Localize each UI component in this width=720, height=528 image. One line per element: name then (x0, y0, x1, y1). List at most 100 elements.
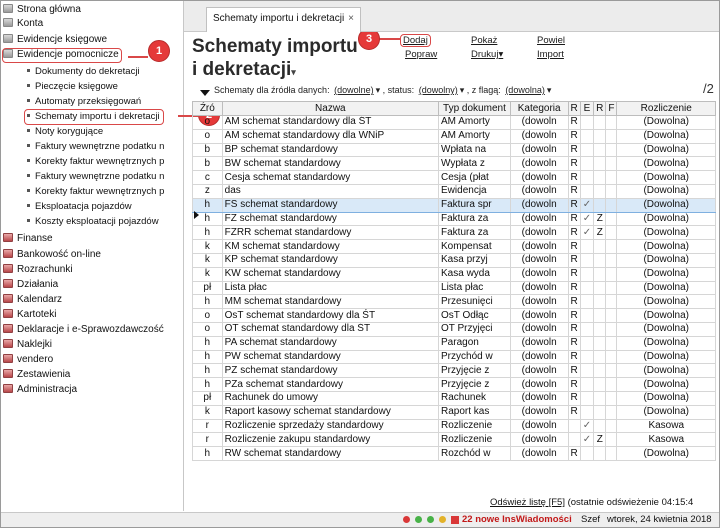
sidebar-subitem[interactable]: Koszty eksploatacji pojazdów (27, 216, 159, 228)
tab-schematy-importu[interactable]: Schematy importu i dekretacji × (206, 7, 362, 32)
table-cell: (Dowolna) (616, 280, 716, 296)
folder-icon (3, 339, 13, 348)
table-cell: r (192, 432, 223, 448)
table-cell (579, 183, 595, 199)
table-cell (593, 252, 607, 268)
table-cell: (dowoln (509, 128, 569, 144)
column-header[interactable]: Kategoria (509, 101, 569, 116)
table-cell: Kasa przyj (438, 252, 511, 268)
table-cell: Raport kasowy schemat standardowy (221, 404, 440, 420)
sidebar-subitem[interactable]: Korekty faktur wewnętrznych p (27, 156, 164, 168)
callout-connector (378, 38, 400, 40)
sidebar-subitem[interactable]: Dokumenty do dekretacji (27, 66, 140, 78)
table-cell (579, 349, 595, 365)
table-row[interactable]: h FS schemat standardowy Faktura spr (dowol… (192, 197, 716, 213)
table-row[interactable]: h RW schemat standardowy Rozchód w (dowoln R… (192, 446, 716, 461)
table-cell (593, 294, 607, 310)
column-header[interactable]: F (605, 101, 618, 116)
table-cell: ✓ (579, 225, 595, 241)
sidebar-item-administracja[interactable]: Administracja (3, 384, 77, 396)
sidebar-item-vendero[interactable]: vendero (3, 354, 53, 366)
sidebar-subitem[interactable]: Faktury wewnętrzne podatku n (27, 171, 164, 183)
chevron-down-icon[interactable]: ▾ (547, 85, 552, 95)
table-row[interactable]: pł Rachunek do umowy Rachunek (dowoln R (Dowo… (192, 390, 716, 406)
show-button[interactable]: Pokaż (471, 35, 497, 46)
print-button[interactable]: Drukuj▾ (471, 49, 503, 60)
table-row[interactable]: o AM schemat standardowy dla WNiP AM Amort… (192, 128, 716, 144)
status-filter-dropdown[interactable]: (dowolny) (419, 85, 458, 95)
table-row[interactable]: r Rozliczenie zakupu standardowy Rozliczen… (192, 432, 716, 448)
sidebar-item-zestawienia[interactable]: Zestawienia (3, 369, 70, 381)
chevron-down-icon[interactable]: ▾ (460, 85, 465, 95)
sidebar-item-strona-glowna[interactable]: Strona główna (3, 4, 81, 16)
table-cell: Faktura spr (438, 197, 511, 213)
chevron-down-icon[interactable]: ▾ (376, 85, 381, 95)
sidebar-subitem[interactable]: Pieczęcie księgowe (27, 81, 118, 93)
table-row[interactable]: k KM schemat standardowy Kompensat (dowoln R… (192, 239, 716, 254)
sidebar-item-deklaracje[interactable]: Deklaracje i e-Sprawozdawczość (3, 324, 164, 336)
sidebar-item-kalendarz[interactable]: Kalendarz (3, 294, 62, 306)
table-cell: h (192, 349, 223, 365)
table-row[interactable]: h PZa schemat standardowy Przyjęcie z (dowo… (192, 377, 716, 392)
column-header[interactable]: Rozliczenie (616, 101, 716, 116)
column-header[interactable]: E (579, 101, 595, 116)
chevron-down-icon[interactable]: ▾ (291, 67, 296, 77)
add-button[interactable]: Dodaj (400, 34, 431, 47)
table-row[interactable]: k Raport kasowy schemat standardowy Raport… (192, 404, 716, 420)
messages-notice[interactable]: 22 nowe InsWiadomości (462, 513, 572, 527)
sidebar-subitem[interactable]: Noty korygujące (27, 126, 103, 138)
close-icon[interactable]: × (348, 13, 354, 24)
sidebar-item-bankowosc[interactable]: Bankowość on-line (3, 249, 101, 261)
sidebar-subitem[interactable]: Faktury wewnętrzne podatku n (27, 141, 164, 153)
folder-icon (3, 49, 13, 58)
table-row[interactable]: b BP schemat standardowy Wpłata na (dowoln R… (192, 142, 716, 158)
sidebar-subitem[interactable]: Automaty przeksięgowań (27, 96, 141, 108)
table-row[interactable]: h PA schemat standardowy Paragon (dowoln R (D… (192, 335, 716, 351)
table-cell (579, 239, 595, 254)
column-header[interactable]: Źró (192, 101, 223, 116)
column-header[interactable]: Typ dokument (438, 101, 511, 116)
table-cell: Lista płac (221, 280, 440, 296)
folder-icon (3, 369, 13, 378)
page-indicator: /2 (703, 81, 714, 96)
table-row[interactable]: c Cesja schemat standardowy Cesja (płat (do… (192, 170, 716, 185)
table-row[interactable]: b BW schemat standardowy Wypłata z (dowoln R… (192, 156, 716, 172)
table-row[interactable]: o OsT schemat standardowy dla ŚT OsT Odłąc… (192, 308, 716, 323)
sidebar-item-kartoteki[interactable]: Kartoteki (3, 309, 56, 321)
column-header[interactable]: Nazwa (221, 101, 440, 116)
table-cell: o (192, 321, 223, 337)
table-row[interactable]: z das Ewidencja (dowoln R (Dowolna) (192, 183, 716, 199)
sidebar-item-finanse[interactable]: Finanse (3, 233, 53, 245)
sidebar-subitem-schematy-importu[interactable]: Schematy importu i dekretacji (24, 109, 164, 125)
table-row[interactable]: k KP schemat standardowy Kasa przyj (dowoln… (192, 252, 716, 268)
sidebar-subitem[interactable]: Korekty faktur wewnętrznych p (27, 186, 164, 198)
column-header[interactable]: R (567, 101, 581, 116)
table-row[interactable]: o OT schemat standardowy dla ŚT OT Przyjęc… (192, 321, 716, 337)
table-row[interactable]: h MM schemat standardowy Przesunięci (dowol… (192, 294, 716, 310)
table-row[interactable]: h PW schemat standardowy Przychód w (dowoln… (192, 349, 716, 365)
table-row[interactable]: k KW schemat standardowy Kasa wyda (dowoln R… (192, 266, 716, 282)
flag-filter-dropdown[interactable]: (dowolna) (505, 85, 545, 95)
source-filter-dropdown[interactable]: (dowolne) (334, 85, 374, 95)
sidebar-item-ewidencje-ksiegowe[interactable]: Ewidencje księgowe (3, 34, 107, 46)
edit-button[interactable]: Popraw (405, 49, 437, 60)
table-row[interactable]: pł Lista płac Lista płac (dowoln R (Dowolna) (192, 280, 716, 296)
sidebar-item-rozrachunki[interactable]: Rozrachunki (3, 264, 73, 276)
sidebar-item-konta[interactable]: Konta (3, 18, 43, 30)
table-cell: R (567, 128, 581, 144)
refresh-link[interactable]: Odśwież listę [F5] (490, 497, 565, 508)
table-row[interactable]: r Rozliczenie sprzedaży standardowy Rozlic… (192, 418, 716, 434)
sidebar-item-ewidencje-pomocnicze[interactable]: Ewidencje pomocnicze (2, 48, 122, 63)
duplicate-button[interactable]: Powiel (537, 35, 565, 46)
table-cell: R (567, 294, 581, 310)
table-row[interactable]: h FZ schemat standardowy Faktura za (dowoln… (192, 211, 716, 227)
import-button[interactable]: Import (537, 49, 564, 60)
table-row[interactable]: o AM schemat standardowy dla ŚT AM Amorty(… (192, 115, 716, 130)
sidebar-subitem[interactable]: Eksploatacja pojazdów (27, 201, 132, 213)
sidebar-item-naklejki[interactable]: Naklejki (3, 339, 52, 351)
table-row[interactable]: h PZ schemat standardowy Przyjęcie z (dowol… (192, 363, 716, 379)
table-cell (579, 156, 595, 172)
sidebar-item-dzialania[interactable]: Działania (3, 279, 58, 291)
column-header[interactable]: R (593, 101, 607, 116)
table-row[interactable]: h FZRR schemat standardowy Faktura za (dowo… (192, 225, 716, 241)
